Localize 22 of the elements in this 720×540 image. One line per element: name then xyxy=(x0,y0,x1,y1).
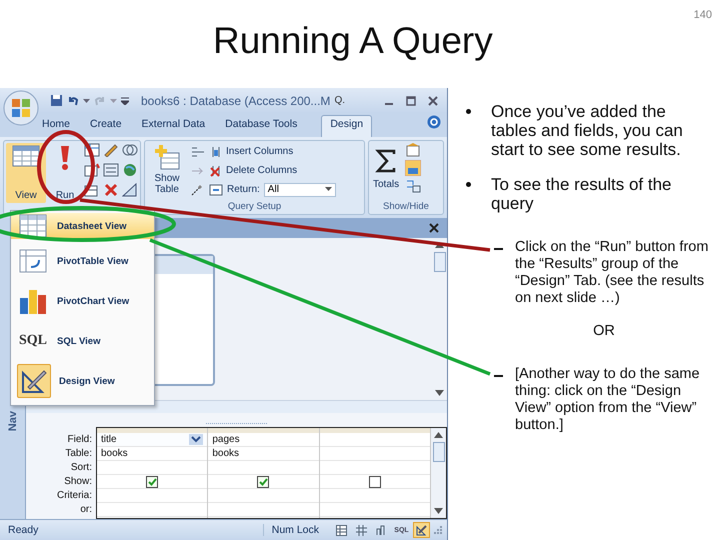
sub-bullet-text: Click on the “Run” button from the “Results” group of the “Design” Tab. (see the results on next slide …) xyxy=(515,239,710,307)
sub-bullet-text: OR xyxy=(593,323,615,340)
bullet-text: Once you’ve added the tables and fields, you can start to see some results. xyxy=(491,102,684,159)
navigation-pane-label: Nav xyxy=(6,410,18,431)
row-label: Field: xyxy=(68,433,92,447)
return-label: Return: xyxy=(227,184,260,195)
sql-label: SQL xyxy=(18,332,48,350)
row-label: Table: xyxy=(65,447,92,461)
sub-bullet-text: [Another way to do the same thing: click on the “Design View” option from the “View” button.] xyxy=(515,366,701,434)
num-lock-indicator: Num Lock xyxy=(262,524,327,536)
group-label: Show/Hide xyxy=(382,201,430,214)
bullet-text: To see the results of the query xyxy=(491,175,672,213)
page-number: 140 xyxy=(694,9,712,21)
row-label: Criteria: xyxy=(56,489,92,503)
row-label: Show: xyxy=(64,475,92,489)
group-label: Query Setup xyxy=(226,201,282,214)
slide-title: Running A Query xyxy=(213,20,493,62)
window-title: books6 : Database (Access 200...M xyxy=(141,94,330,108)
status-text: Ready xyxy=(8,524,38,536)
row-label: or: xyxy=(80,503,92,517)
row-label: Sort: xyxy=(70,461,92,475)
title-fragment: Q. xyxy=(334,95,345,106)
